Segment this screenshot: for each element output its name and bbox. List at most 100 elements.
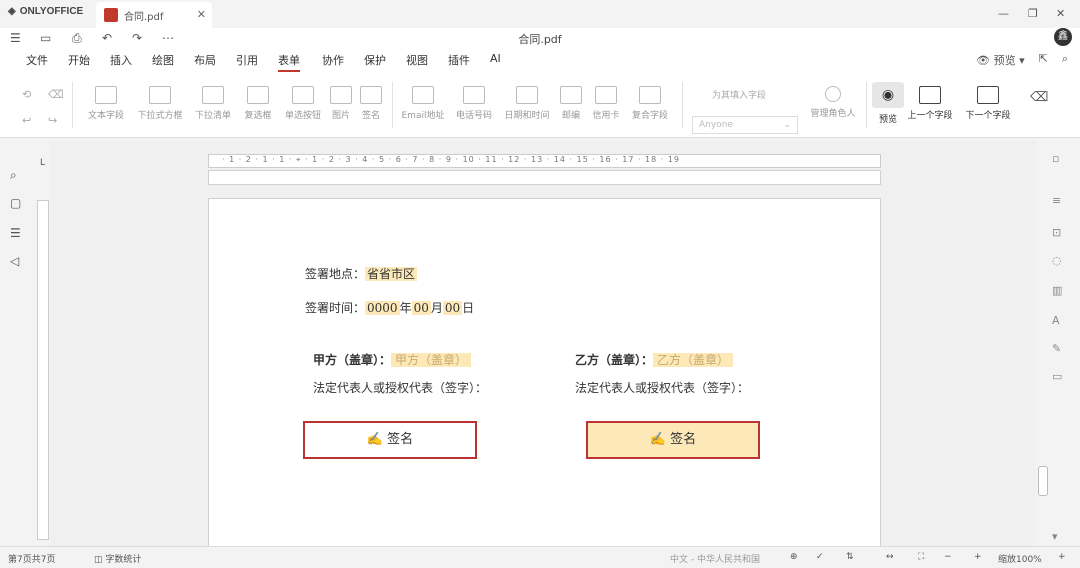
view-form-button[interactable]: ◉ [872,82,904,108]
tab-insert[interactable]: 插入 [110,52,132,68]
party-b-rep: 法定代表人或授权代表（签字）： [575,381,750,395]
next-field-button[interactable]: 下一个字段 [962,86,1014,121]
signature-settings-icon[interactable]: ✎ [1052,342,1061,355]
party-a-line: 甲方（盖章）： 甲方（盖章） [313,351,472,368]
previous-field-label: 上一个字段 [907,111,953,121]
view-mode-button[interactable]: 👁 预览 ▾ [976,52,1025,68]
party-a-signature-field[interactable]: ✍ 签名 [303,421,477,459]
zip-code-field-button[interactable]: 邮编 [556,86,586,121]
zoom-in-icon[interactable]: + [974,552,982,562]
tab-protection[interactable]: 保护 [364,52,386,68]
undo-format-icon[interactable]: ↩ [22,114,31,127]
party-b-signature-field[interactable]: ✍ 签名 [586,421,760,459]
feedback-icon[interactable]: ◁ [10,254,19,268]
checkbox-icon [247,86,269,104]
redo-format-icon[interactable]: ↪ [48,114,57,127]
tab-draw[interactable]: 绘图 [152,52,174,68]
fit-width-icon[interactable]: ↔ [886,552,894,562]
zoom-level[interactable]: 缩放100% [998,552,1042,565]
tab-home[interactable]: 开始 [68,52,90,68]
previous-field-button[interactable]: 上一个字段 [904,86,956,121]
phone-field-button[interactable]: 电话号码 [450,86,498,121]
party-b-field[interactable]: 乙方（盖章） [653,353,734,367]
avatar[interactable]: 鑫 [1054,28,1072,46]
spellcheck-icon[interactable]: ✓ [816,552,824,562]
tab-collaboration[interactable]: 协作 [322,52,344,68]
vertical-scrollbar[interactable] [1038,466,1048,496]
clear-style-icon[interactable]: ⌫ [48,88,64,101]
minimize-icon[interactable]: — [998,7,1009,20]
form-settings-icon[interactable]: ▭ [1052,370,1062,383]
tab-layout[interactable]: 布局 [194,52,216,68]
chart-settings-icon[interactable]: ▥ [1052,284,1062,297]
dropdown-button[interactable]: 下拉清单 [190,86,236,121]
signing-place-field[interactable]: 省省市区 [365,267,418,281]
track-changes-icon[interactable]: ⇅ [846,552,854,562]
vertical-ruler[interactable] [37,200,49,540]
month-field[interactable]: 00 [411,301,431,315]
paragraph-settings-icon[interactable]: ≡ [1052,194,1061,207]
tab-ai[interactable]: AI [490,52,501,65]
eye-icon: 👁 [976,54,994,67]
open-location-icon[interactable]: ⇱ [1039,52,1048,68]
document-page: 签署地点： 省省市区 签署时间： 0000 年 00 月 00 日 甲方（盖章）： 甲方（盖章）… [208,198,881,546]
view-mode-label: 预览 [993,54,1016,67]
tab-plugins[interactable]: 插件 [448,52,470,68]
page-down-icon[interactable]: ▾ [1052,530,1058,543]
manage-roles-button[interactable]: 管理角色人 [804,86,862,119]
checkbox-button[interactable]: 复选框 [238,86,278,121]
combo-box-icon [149,86,171,104]
forms-toolbar: ⟲ ⌫ ↩ ↪ 文本字段 下拉式方框 下拉清单 复选框 单选按钮 图片 签名 E… [0,72,1080,138]
page-up-icon[interactable]: ▫ [1052,152,1059,165]
tab-view[interactable]: 视图 [406,52,428,68]
date-time-icon [516,86,538,104]
fit-page-icon[interactable]: ⛶ [918,552,924,562]
close-tab-icon[interactable]: ✕ [197,8,206,21]
text-field-button[interactable]: 文本字段 [82,86,130,121]
tab-stop-icon[interactable]: L [40,158,45,168]
credit-card-icon [595,86,617,104]
word-count-icon: ◫ [94,555,106,565]
image-settings-icon[interactable]: ◌ [1052,254,1062,267]
day-field[interactable]: 00 [442,301,463,315]
language-indicator[interactable]: 中文 - 中华人民共和国 [670,552,760,565]
complex-field-button[interactable]: 复合字段 [626,86,674,121]
role-select[interactable]: Anyone ⌄ [692,116,798,134]
tab-forms[interactable]: 表单 [278,52,300,72]
copy-style-icon[interactable]: ⟲ [22,88,31,101]
table-settings-icon[interactable]: ⊡ [1052,226,1061,239]
image-field-button[interactable]: 图片 [326,86,356,121]
page-info[interactable]: 第7页共7页 [8,552,55,565]
search-icon[interactable]: ⌕ [1062,52,1068,68]
email-field-button[interactable]: Email地址 [398,86,448,121]
tab-file[interactable]: 文件 [26,52,48,68]
dropdown-icon [202,86,224,104]
restore-icon[interactable]: ❐ [1028,7,1038,20]
party-a-field[interactable]: 甲方（盖章） [391,353,472,367]
document-tab[interactable]: 合同.pdf ✕ [96,2,212,28]
globe-icon[interactable]: ⊕ [790,552,798,562]
eye-icon: ◉ [881,87,895,103]
word-count[interactable]: ◫ 字数统计 [94,552,141,565]
day-unit: 日 [462,301,475,315]
date-time-field-button[interactable]: 日期和时间 [500,86,554,121]
zoom-out-icon[interactable]: − [944,552,952,562]
phone-icon [463,86,485,104]
window-close-icon[interactable]: ✕ [1056,7,1065,20]
text-art-icon[interactable]: A [1052,314,1060,327]
comments-icon[interactable]: ▢ [10,196,21,210]
party-a-rep: 法定代表人或授权代表（签字）： [313,381,488,395]
clear-fields-icon[interactable]: ⌫ [1030,90,1048,105]
signature-field-button[interactable]: 签名 [356,86,386,121]
radio-button-icon [292,86,314,104]
tab-references[interactable]: 引用 [236,52,258,68]
combo-box-button[interactable]: 下拉式方框 [132,86,188,121]
navigation-icon[interactable]: ☰ [10,226,21,240]
status-zoom-in-icon[interactable]: + [1058,552,1066,562]
radio-button-button[interactable]: 单选按钮 [280,86,326,121]
toolbar-separator [682,82,683,128]
credit-card-field-button[interactable]: 信用卡 [588,86,624,121]
search-icon[interactable]: ⌕ [10,168,17,183]
year-field[interactable]: 0000 [365,301,400,315]
previous-page-bottom [208,170,881,185]
